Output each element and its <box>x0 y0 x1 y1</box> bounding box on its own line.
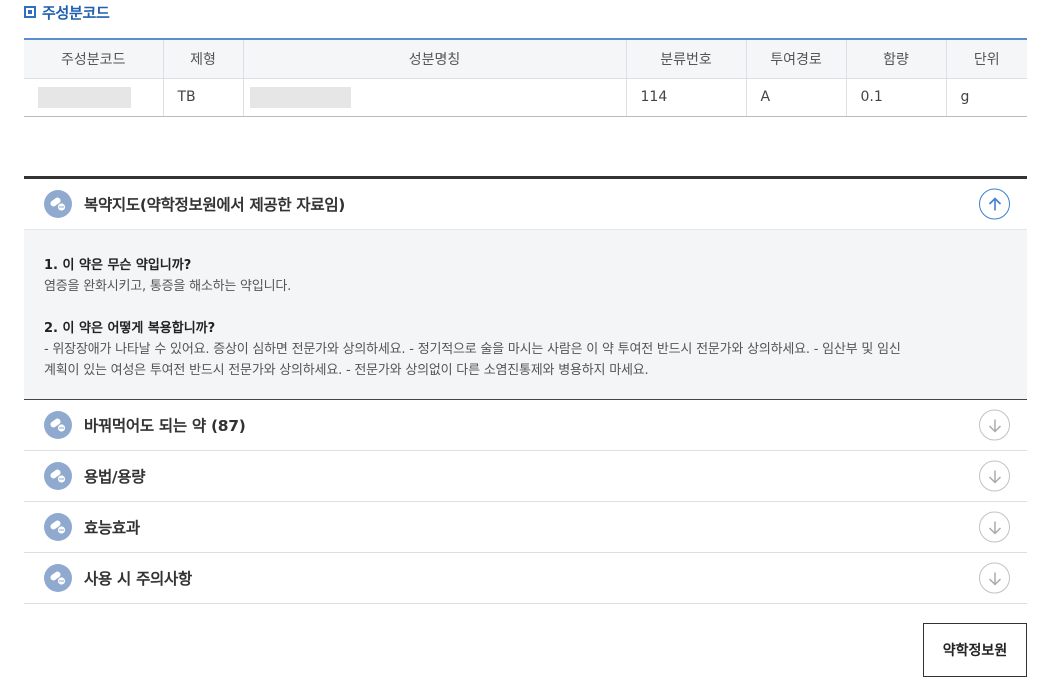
accordion-title-alternatives: 바꿔먹어도 되는 약 (87) <box>84 417 246 435</box>
accordion-header-guide[interactable]: 복약지도(약학정보원에서 제공한 자료임) <box>24 179 1027 230</box>
col-header-unit: 단위 <box>945 39 1027 79</box>
redacted-block <box>249 86 351 108</box>
answer-1: 염증을 완화시키고, 통증을 해소하는 약입니다. <box>44 279 292 294</box>
answer-2-line-2: 계획이 있는 여성은 투여전 반드시 전문가와 상의하세요. - 전문가와 상의… <box>44 363 649 378</box>
accordion-item-dosage: 용법/용량 <box>24 451 1027 502</box>
col-header-class-no: 분류번호 <box>625 39 746 79</box>
drug-info-accordion: 복약지도(약학정보원에서 제공한 자료임) 1. 이 약은 무슨 약입니까? 염… <box>24 176 1027 604</box>
accordion-title-dosage: 용법/용량 <box>84 468 146 486</box>
arrow-down-icon[interactable] <box>979 460 1010 492</box>
pill-icon <box>44 564 72 592</box>
arrow-down-icon[interactable] <box>979 562 1010 594</box>
pill-icon <box>44 462 72 490</box>
accordion-title-precautions: 사용 시 주의사항 <box>84 570 192 588</box>
arrow-up-icon[interactable] <box>979 188 1010 220</box>
accordion-title-guide: 복약지도(약학정보원에서 제공한 자료임) <box>84 196 346 214</box>
accordion-header-dosage[interactable]: 용법/용량 <box>24 451 1027 501</box>
accordion-item-efficacy: 효능효과 <box>24 502 1027 553</box>
cell-code <box>24 78 163 117</box>
cell-class-no: 114 <box>625 78 746 117</box>
cell-form: TB <box>162 78 243 117</box>
accordion-item-alternatives: 바꿔먹어도 되는 약 (87) <box>24 400 1027 451</box>
arrow-down-icon[interactable] <box>979 511 1010 543</box>
accordion-header-efficacy[interactable]: 효능효과 <box>24 502 1027 552</box>
ingredient-table: 주성분코드 제형 성분명칭 분류번호 투여경로 함량 단위 TB 114 A 0… <box>24 38 1027 117</box>
accordion-header-alternatives[interactable]: 바꿔먹어도 되는 약 (87) <box>24 400 1027 450</box>
question-2: 2. 이 약은 어떻게 복용합니까? <box>44 321 216 336</box>
accordion-item-guide: 복약지도(약학정보원에서 제공한 자료임) 1. 이 약은 무슨 약입니까? 염… <box>24 179 1027 400</box>
pill-icon <box>44 513 72 541</box>
table-header-row: 주성분코드 제형 성분명칭 분류번호 투여경로 함량 단위 <box>24 39 1027 79</box>
cell-unit: g <box>945 78 1027 117</box>
arrow-down-icon[interactable] <box>979 409 1010 441</box>
cell-amount: 0.1 <box>845 78 946 117</box>
col-header-code: 주성분코드 <box>24 39 163 79</box>
pill-icon <box>44 190 72 218</box>
section-title: 주성분코드 <box>42 3 110 22</box>
accordion-body-guide: 1. 이 약은 무슨 약입니까? 염증을 완화시키고, 통증을 해소하는 약입니… <box>24 230 1027 400</box>
col-header-amount: 함량 <box>845 39 946 79</box>
accordion-item-precautions: 사용 시 주의사항 <box>24 553 1027 604</box>
col-header-route: 투여경로 <box>745 39 846 79</box>
answer-2-line-1: - 위장장애가 나타날 수 있어요. 증상이 심하면 전문가와 상의하세요. -… <box>44 342 901 357</box>
cell-name <box>242 78 626 117</box>
redacted-block <box>38 86 131 108</box>
col-header-name: 성분명칭 <box>242 39 626 79</box>
col-header-form: 제형 <box>162 39 243 79</box>
square-bullet-icon <box>24 6 36 18</box>
accordion-header-precautions[interactable]: 사용 시 주의사항 <box>24 553 1027 603</box>
table-row: TB 114 A 0.1 g <box>24 78 1027 117</box>
section-header: 주성분코드 <box>24 2 110 22</box>
accordion-title-efficacy: 효능효과 <box>84 519 140 537</box>
source-button[interactable]: 약학정보원 <box>923 623 1027 677</box>
pill-icon <box>44 411 72 439</box>
cell-route: A <box>745 78 846 117</box>
question-1: 1. 이 약은 무슨 약입니까? <box>44 258 192 273</box>
